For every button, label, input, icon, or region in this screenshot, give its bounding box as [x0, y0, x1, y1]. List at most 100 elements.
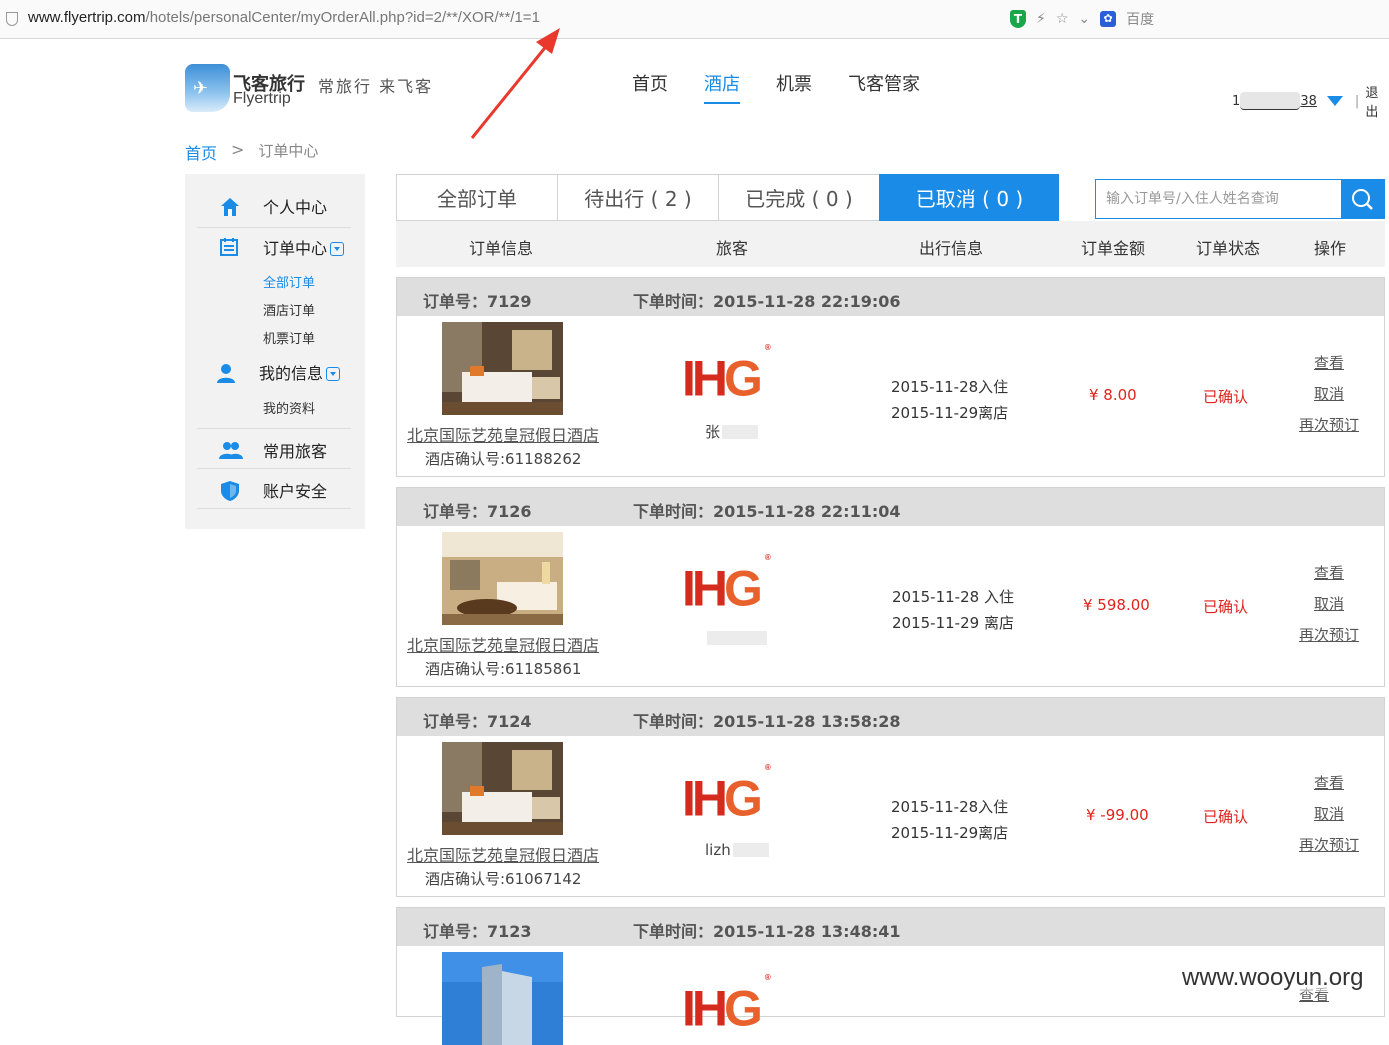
checkout-date: 2015-11-29离店 — [891, 404, 1009, 422]
order-status: 已确认 — [1203, 808, 1249, 826]
lightning-icon[interactable]: ⚡ — [1036, 11, 1046, 27]
hotel-photo[interactable] — [442, 952, 563, 1045]
cancel-link[interactable]: 取消 — [1299, 379, 1359, 410]
tab-completed[interactable]: 已完成 ( 0 ) — [718, 174, 879, 221]
order-search — [1095, 179, 1385, 219]
order-amount: ¥ 598.00 — [1083, 596, 1150, 614]
baidu-paw-icon[interactable]: ✿ — [1100, 11, 1117, 27]
col-amount: 订单金额 — [1081, 239, 1146, 258]
col-status: 订单状态 — [1196, 239, 1261, 258]
hotel-name-link[interactable]: 北京国际艺苑皇冠假日酒店 — [407, 842, 599, 866]
breadcrumb-separator: > — [231, 140, 245, 159]
sidebar-item-account-security[interactable]: 账户安全 — [197, 478, 351, 502]
nav-concierge[interactable]: 飞客管家 — [848, 70, 920, 104]
sidebar-subitem-all-orders[interactable]: 全部订单 — [263, 272, 315, 291]
order-header: 订单号：7129 下单时间：2015-11-28 22:19:06 — [397, 278, 1384, 316]
view-link[interactable]: 查看 — [1299, 768, 1359, 799]
sidebar-label: 常用旅客 — [263, 442, 328, 461]
sidebar-item-my-info[interactable]: 我的信息 — [197, 360, 351, 384]
dropdown-toggle-icon[interactable] — [330, 242, 345, 256]
rebook-link[interactable]: 再次预订 — [1299, 410, 1359, 441]
order-row: 订单号：7126 下单时间：2015-11-28 22:11:04 北京国际艺苑… — [396, 487, 1385, 687]
url-path: /hotels/personalCenter/myOrderAll.php?id… — [145, 9, 540, 26]
col-trip-info: 出行信息 — [919, 239, 984, 258]
chevron-down-icon[interactable]: ⌄ — [1078, 11, 1090, 27]
ihg-logo: IHG® — [682, 343, 771, 407]
order-header: 订单号：7126 下单时间：2015-11-28 22:11:04 — [397, 488, 1384, 526]
search-engine-label[interactable]: 百度 — [1126, 9, 1154, 29]
sidebar-subitem-flight-orders[interactable]: 机票订单 — [263, 328, 315, 347]
nav-flights[interactable]: 机票 — [776, 70, 812, 104]
order-actions: 查看 取消 再次预订 — [1299, 348, 1359, 441]
checkin-date: 2015-11-28入住 — [891, 798, 1009, 816]
ihg-logo: IHG® — [682, 553, 771, 617]
order-search-input[interactable] — [1096, 180, 1342, 218]
order-actions: 查看 取消 再次预订 — [1299, 768, 1359, 861]
rebook-link[interactable]: 再次预订 — [1299, 830, 1359, 861]
sidebar-label: 账户安全 — [263, 482, 328, 501]
tab-cancelled[interactable]: 已取消 ( 0 ) — [879, 174, 1059, 221]
sidebar-subitem-my-profile[interactable]: 我的资料 — [263, 398, 315, 417]
tab-all-orders[interactable]: 全部订单 — [396, 174, 557, 221]
site-logo[interactable]: ✈ — [185, 64, 230, 112]
user-icon — [215, 362, 235, 383]
breadcrumb-home[interactable]: 首页 — [185, 140, 217, 164]
trip-info: 2015-11-28入住 2015-11-29离店 — [891, 374, 1008, 426]
hotel-confirmation: 酒店确认号:61185861 — [425, 660, 582, 678]
view-link[interactable]: 查看 — [1299, 558, 1359, 589]
tab-pending[interactable]: 待出行 ( 2 ) — [557, 174, 718, 221]
checkin-date: 2015-11-28 入住 — [892, 588, 1014, 606]
sidebar-subitem-hotel-orders[interactable]: 酒店订单 — [263, 300, 315, 319]
nav-home[interactable]: 首页 — [632, 70, 668, 104]
star-bookmark-icon[interactable]: ☆ — [1056, 11, 1069, 27]
orders-table-header: 订单信息 旅客 出行信息 订单金额 订单状态 操作 — [396, 221, 1385, 267]
traveler-name: 张 — [705, 421, 759, 442]
sidebar-label: 订单中心 — [263, 239, 328, 258]
order-time: 下单时间：2015-11-28 22:19:06 — [633, 292, 901, 311]
rebook-link[interactable]: 再次预订 — [1299, 620, 1359, 651]
cancel-link[interactable]: 取消 — [1299, 799, 1359, 830]
cancel-link[interactable]: 取消 — [1299, 589, 1359, 620]
hotel-confirmation: 酒店确认号:61067142 — [425, 870, 582, 888]
order-number: 订单号：7126 — [423, 502, 532, 521]
trip-info: 2015-11-28入住 2015-11-29离店 — [891, 794, 1008, 846]
hotel-name-link[interactable]: 北京国际艺苑皇冠假日酒店 — [407, 422, 599, 446]
breadcrumb-current: 订单中心 — [258, 142, 319, 160]
traveler-name-text: lizh — [705, 841, 731, 859]
order-header: 订单号：7124 下单时间：2015-11-28 13:58:28 — [397, 698, 1384, 736]
logout-link[interactable]: 退出 — [1365, 82, 1389, 120]
hotel-photo[interactable] — [442, 532, 563, 625]
hotel-name-link[interactable]: 北京国际艺苑皇冠假日酒店 — [407, 632, 599, 656]
divider — [197, 428, 351, 429]
order-number: 订单号：7123 — [423, 922, 532, 941]
user-dropdown-caret-icon[interactable] — [1326, 96, 1343, 106]
browser-toolbar: T ⚡ ☆ ⌄ ✿ 百度 — [1010, 8, 1154, 30]
order-row: 订单号：7123 下单时间：2015-11-28 13:48:41 IHG® 查… — [396, 907, 1385, 1045]
order-time: 下单时间：2015-11-28 22:11:04 — [633, 502, 901, 521]
dropdown-toggle-icon[interactable] — [326, 367, 341, 381]
checkin-date: 2015-11-28入住 — [891, 378, 1009, 396]
hotel-photo[interactable] — [442, 322, 563, 415]
divider — [197, 508, 351, 509]
nav-hotel[interactable]: 酒店 — [704, 70, 740, 104]
url-field[interactable]: www.flyertrip.com/hotels/personalCenter/… — [28, 9, 540, 26]
security-extension-icon[interactable]: T — [1010, 10, 1026, 28]
order-number: 订单号：7124 — [423, 712, 532, 731]
view-link[interactable]: 查看 — [1299, 348, 1359, 379]
sidebar-label: 我的信息 — [259, 364, 324, 383]
site-info-shield-icon[interactable] — [6, 12, 18, 26]
traveler-name: lizh — [705, 841, 769, 859]
col-traveler: 旅客 — [716, 239, 749, 258]
user-id-prefix[interactable]: 1 — [1232, 94, 1240, 109]
order-time: 下单时间：2015-11-28 13:48:41 — [633, 922, 901, 941]
sidebar-item-order-center[interactable]: 订单中心 — [197, 235, 351, 259]
search-icon — [1352, 189, 1373, 210]
order-status: 已确认 — [1203, 598, 1249, 616]
search-button[interactable] — [1341, 180, 1384, 218]
order-tabs: 全部订单 待出行 ( 2 ) 已完成 ( 0 ) 已取消 ( 0 ) — [396, 174, 1059, 221]
hotel-photo[interactable] — [442, 742, 563, 835]
sidebar-item-personal-center[interactable]: 个人中心 — [197, 194, 351, 218]
user-id-suffix[interactable]: 38 — [1300, 94, 1317, 109]
order-actions: 查看 取消 再次预订 — [1299, 558, 1359, 651]
sidebar-item-frequent-travelers[interactable]: 常用旅客 — [197, 438, 351, 462]
